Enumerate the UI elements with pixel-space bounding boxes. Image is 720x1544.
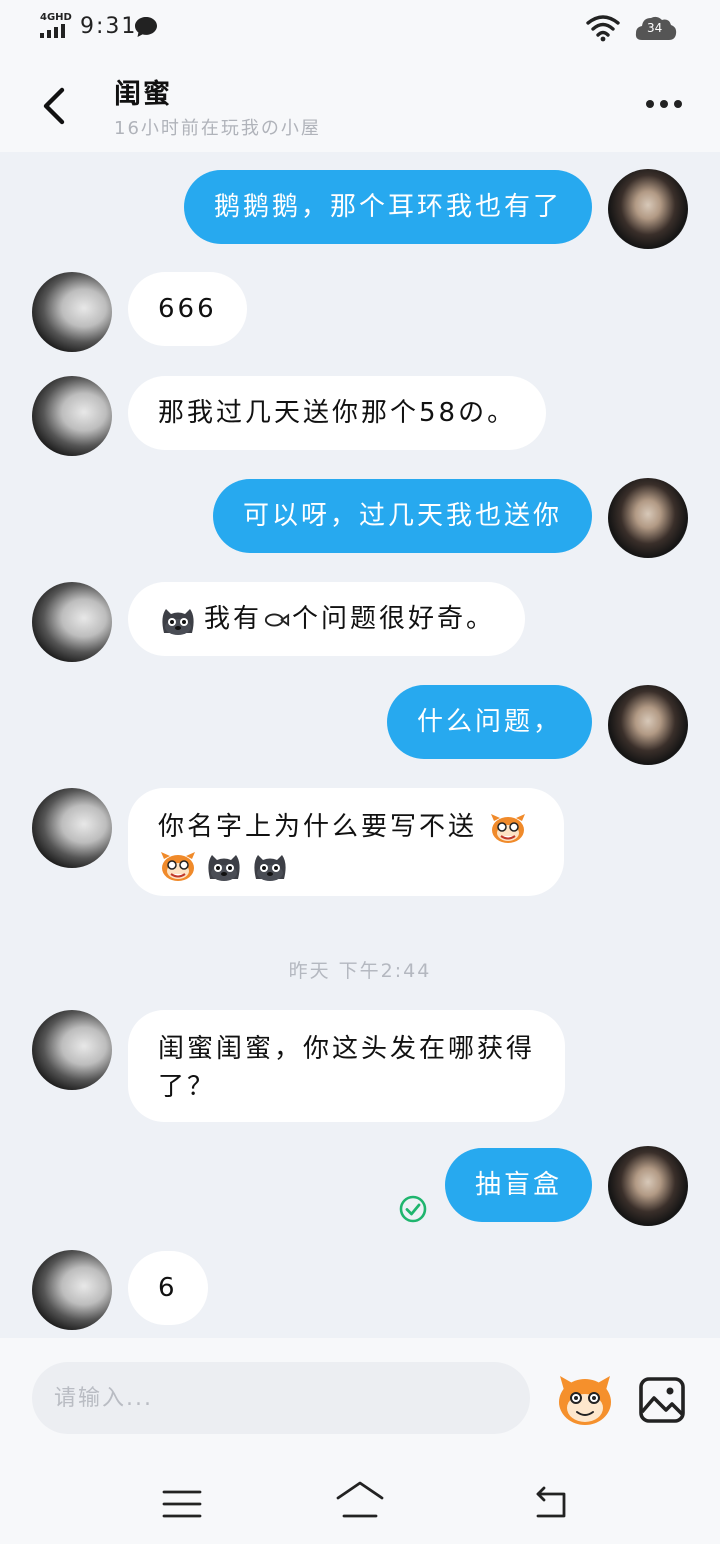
monkey-face-emoji-icon [491, 813, 526, 843]
message-text: 666 [158, 294, 217, 324]
time-divider: 昨天 下午2:44 [288, 960, 432, 982]
message-bubble-received[interactable]: 那我过几天送你那个58の。 [128, 376, 547, 450]
friend-avatar[interactable] [32, 582, 112, 662]
chat-notification-icon [135, 17, 157, 37]
menu-icon[interactable] [160, 1486, 204, 1522]
fish-emoji-icon [264, 613, 290, 626]
message-text: 抽盲盒 [474, 1170, 562, 1200]
message-bubble-sent[interactable]: 抽盲盒 [444, 1148, 592, 1222]
back-arrow-icon[interactable] [530, 1484, 570, 1522]
friend-avatar[interactable] [32, 272, 112, 352]
battery-icon: 34 [634, 14, 678, 44]
cat-face-emoji-icon [254, 854, 286, 881]
check-circle-icon [399, 1195, 427, 1223]
monkey-face-emoji-icon [161, 851, 195, 881]
message-text: 什么问题， [416, 707, 562, 737]
my-avatar[interactable] [608, 169, 688, 249]
message-text: 了？ [158, 1072, 217, 1102]
message-bubble-received[interactable]: 你名字上为什么要写不送 [128, 788, 565, 896]
friend-avatar[interactable] [32, 1250, 112, 1330]
friend-avatar[interactable] [32, 788, 112, 868]
message-bubble-sent[interactable]: 什么问题， [386, 685, 592, 759]
message-bubble-received[interactable]: 我有 个问题很好奇。 [128, 582, 526, 656]
contact-status: 16小时前在玩我の小屋 [114, 118, 321, 139]
cat-face-emoji-icon [162, 608, 194, 635]
cat-face-emoji-icon [208, 854, 240, 881]
chat-header: 闺蜜 16小时前在玩我の小屋 [0, 60, 720, 152]
message-text: 我有 [204, 604, 263, 634]
my-avatar[interactable] [608, 478, 688, 558]
network-type: 4GHD [40, 12, 72, 23]
friend-avatar[interactable] [32, 1010, 112, 1090]
message-text: 你名字上为什么要写不送 [158, 812, 478, 842]
my-avatar[interactable] [608, 685, 688, 765]
message-bubble-received[interactable]: 6 [128, 1251, 208, 1325]
message-bubble-received[interactable]: 666 [128, 272, 247, 346]
my-avatar[interactable] [608, 1146, 688, 1226]
message-bubble-received[interactable]: 闺蜜闺蜜，你这头发在哪获得 了？ [128, 1010, 566, 1122]
signal-icon: 4GHD [40, 12, 72, 40]
message-text: 可以呀，过几天我也送你 [242, 501, 562, 531]
battery-level: 34 [647, 21, 663, 35]
chevron-left-icon[interactable] [30, 82, 78, 130]
image-icon[interactable] [638, 1376, 686, 1424]
emoji-face-icon[interactable] [554, 1368, 616, 1430]
input-bar [0, 1338, 720, 1544]
contact-name: 闺蜜 [114, 79, 172, 110]
message-text: 鹅鹅鹅，那个耳环我也有了 [213, 192, 562, 222]
friend-avatar[interactable] [32, 376, 112, 456]
more-options-button[interactable] [636, 86, 692, 122]
message-text: 那我过几天送你那个58の。 [158, 398, 517, 428]
message-input[interactable] [32, 1362, 530, 1434]
message-text: 6 [158, 1273, 178, 1303]
message-text: 闺蜜闺蜜，你这头发在哪获得 [158, 1034, 536, 1064]
chat-screen: 4GHD 9:31 34 闺蜜 16小时前在玩我の小屋 鹅鹅鹅，那个耳环我也有了… [0, 0, 720, 1544]
message-bubble-sent[interactable]: 鹅鹅鹅，那个耳环我也有了 [183, 170, 592, 244]
status-time: 9:31 [80, 14, 138, 39]
more-dots-icon [646, 100, 654, 108]
message-text: 个问题很好奇。 [292, 604, 496, 634]
message-bubble-sent[interactable]: 可以呀，过几天我也送你 [212, 479, 592, 553]
home-icon[interactable] [334, 1478, 386, 1522]
wifi-icon [586, 15, 620, 42]
status-bar: 4GHD 9:31 34 [0, 0, 720, 60]
